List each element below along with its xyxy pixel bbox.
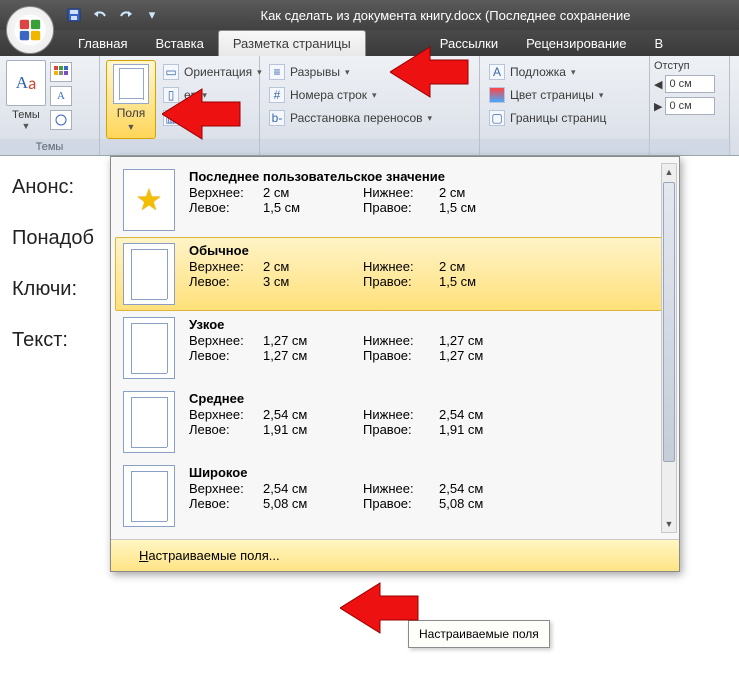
indent-right-icon: ▶ — [654, 100, 662, 113]
qat-more-icon[interactable]: ▾ — [142, 5, 162, 25]
scroll-up-icon[interactable]: ▲ — [662, 164, 676, 180]
group-themes-label: Темы — [0, 139, 99, 155]
themes-label: Темы — [12, 109, 40, 121]
tab-review[interactable]: Рецензирование — [512, 31, 640, 56]
option-title: Среднее — [189, 391, 667, 406]
chevron-down-icon: ▼ — [127, 122, 136, 132]
group-page-background: AПодложка▾ Цвет страницы▾ ▢Границы стран… — [480, 56, 650, 155]
orientation-icon: ▭ — [163, 64, 179, 80]
chevron-down-icon[interactable]: ▼ — [22, 121, 31, 131]
margin-option-normal[interactable]: ОбычноеВерхнее:2 смНижнее:2 смЛевое:3 см… — [115, 237, 675, 311]
annotation-arrow-icon — [390, 42, 470, 102]
margins-dropdown: ▲ ▼ ★ Последнее пользовательское значение… — [110, 156, 680, 572]
ribbon: Aa Темы ▼ A Темы Поля ▼ ▭Ориентация▾ ▯ер… — [0, 56, 739, 156]
theme-fonts-button[interactable]: A — [50, 86, 72, 106]
hyphenation-icon: b- — [269, 110, 285, 126]
margins-icon — [113, 64, 149, 104]
scrollbar[interactable]: ▲ ▼ — [661, 163, 677, 533]
option-title: Последнее пользовательское значение — [189, 169, 667, 184]
line-numbers-icon: # — [269, 87, 285, 103]
document-title: Как сделать из документа книгу.docx (Пос… — [162, 8, 739, 23]
scroll-down-icon[interactable]: ▼ — [662, 516, 676, 532]
quick-access-toolbar: ▾ — [64, 5, 162, 25]
page-margins-icon — [123, 465, 175, 527]
indent-left-icon: ◀ — [654, 78, 662, 91]
title-bar: ▾ Как сделать из документа книгу.docx (П… — [0, 0, 739, 30]
margin-option-last[interactable]: ★Последнее пользовательское значениеВерх… — [115, 163, 675, 237]
margins-button[interactable]: Поля ▼ — [106, 60, 156, 139]
margin-option-wide[interactable]: ШирокоеВерхнее:2,54 смНижнее:2,54 смЛево… — [115, 459, 675, 533]
margin-option-medium[interactable]: СреднееВерхнее:2,54 смНижнее:2,54 смЛево… — [115, 385, 675, 459]
tooltip: Настраиваемые поля — [408, 620, 550, 648]
page-color-button[interactable]: Цвет страницы▾ — [486, 85, 643, 105]
dropdown-footer: Настраиваемые поля... — [111, 539, 679, 571]
page-margins-icon — [123, 317, 175, 379]
option-title: Широкое — [189, 465, 667, 480]
ribbon-tabs: Главная Вставка Разметка страницы Рассыл… — [0, 30, 739, 56]
tab-page-layout[interactable]: Разметка страницы — [218, 30, 366, 56]
option-title: Узкое — [189, 317, 667, 332]
watermark-button[interactable]: AПодложка▾ — [486, 62, 643, 82]
office-button[interactable] — [6, 6, 54, 54]
indent-right-input[interactable]: 0 см — [665, 97, 715, 115]
redo-icon[interactable] — [116, 5, 136, 25]
themes-button[interactable]: Aa — [6, 60, 46, 106]
hyphenation-button[interactable]: b-Расстановка переносов▾ — [266, 108, 473, 128]
theme-colors-button[interactable] — [50, 62, 72, 82]
breaks-icon: ≡ — [269, 64, 285, 80]
margin-option-narrow[interactable]: УзкоеВерхнее:1,27 смНижнее:1,27 смЛевое:… — [115, 311, 675, 385]
annotation-arrow-icon — [340, 578, 420, 638]
theme-effects-button[interactable] — [50, 110, 72, 130]
undo-icon[interactable] — [90, 5, 110, 25]
page-margins-icon — [123, 243, 175, 305]
indent-label: Отступ — [654, 60, 725, 72]
margins-label: Поля — [117, 106, 146, 120]
tab-home[interactable]: Главная — [64, 31, 141, 56]
watermark-icon: A — [489, 64, 505, 80]
page-borders-button[interactable]: ▢Границы страниц — [486, 108, 643, 128]
group-themes: Aa Темы ▼ A Темы — [0, 56, 100, 155]
orientation-button[interactable]: ▭Ориентация▾ — [160, 62, 265, 82]
tab-insert[interactable]: Вставка — [141, 31, 217, 56]
save-icon[interactable] — [64, 5, 84, 25]
page-margins-icon — [123, 391, 175, 453]
annotation-arrow-icon — [162, 84, 242, 144]
option-title: Обычное — [189, 243, 667, 258]
star-icon: ★ — [123, 169, 175, 231]
scroll-thumb[interactable] — [663, 182, 675, 462]
custom-margins-button[interactable]: Настраиваемые поля... — [111, 540, 679, 571]
group-indent: Отступ ◀0 см ▶0 см — [650, 56, 730, 155]
page-color-icon — [489, 87, 505, 103]
page-borders-icon: ▢ — [489, 110, 505, 126]
indent-left-input[interactable]: 0 см — [665, 75, 715, 93]
tab-view-cut[interactable]: В — [641, 31, 678, 56]
